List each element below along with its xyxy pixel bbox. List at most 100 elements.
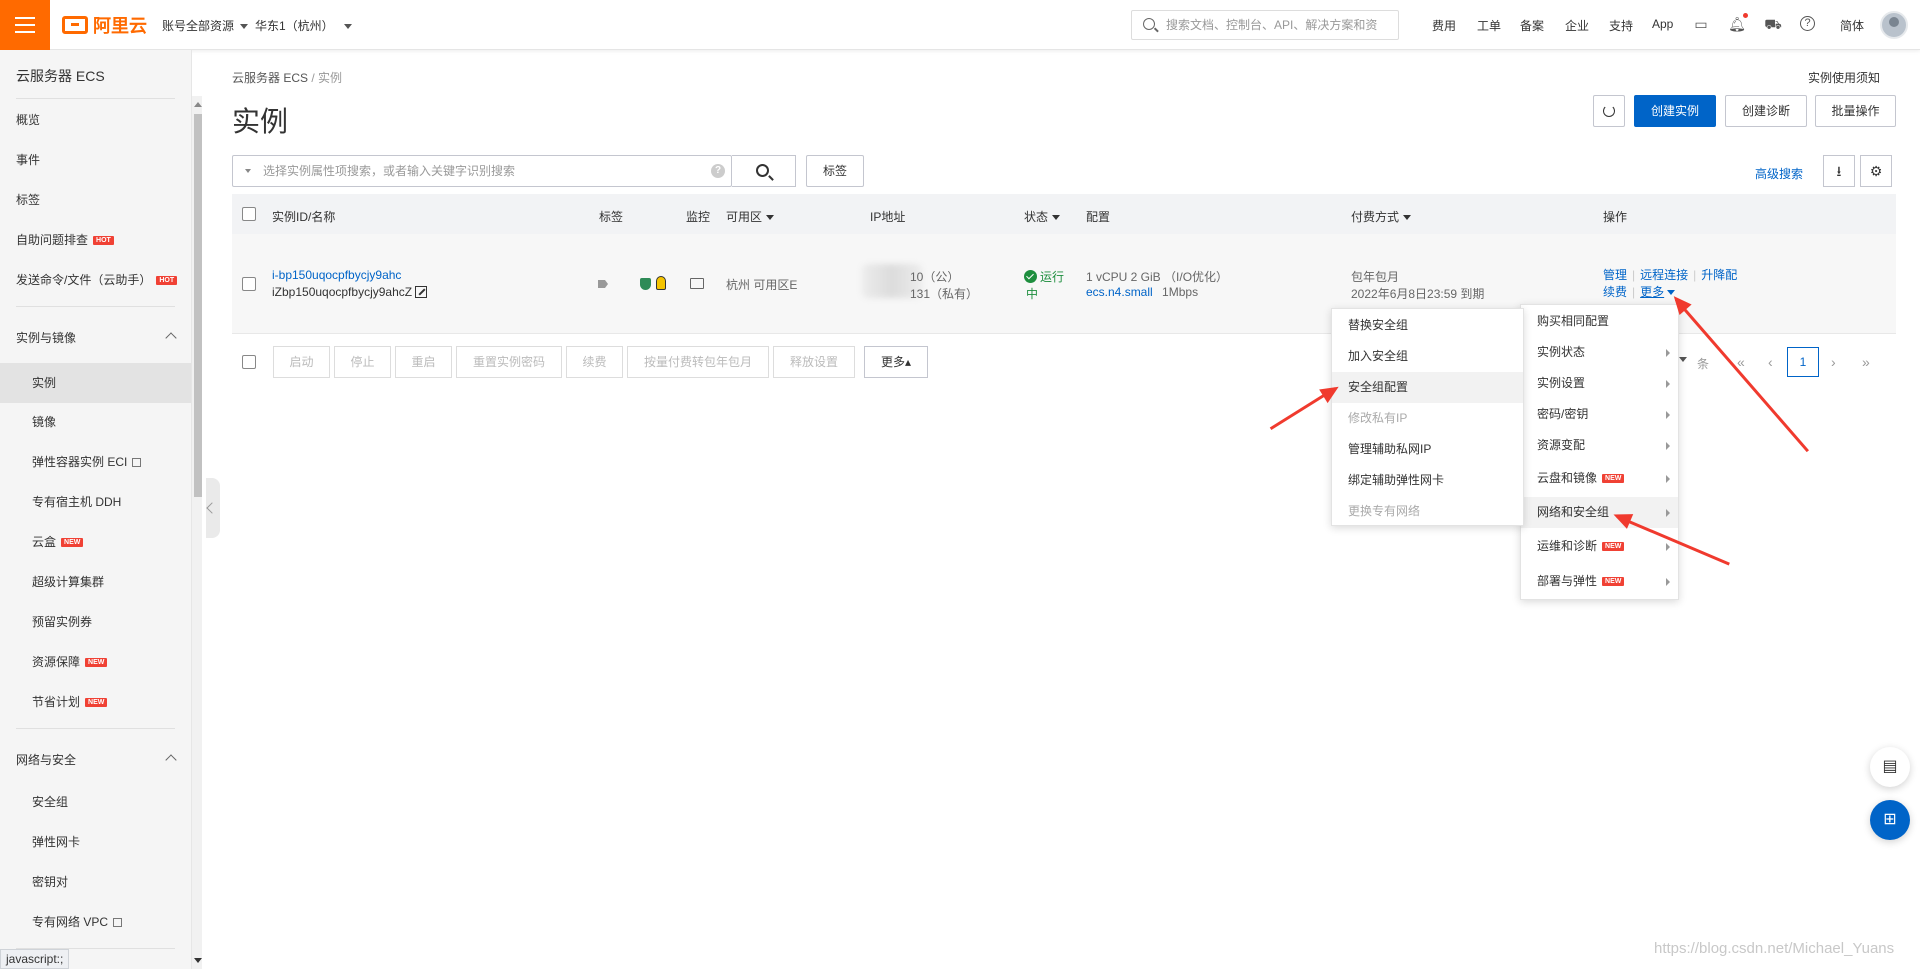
nav-link-support[interactable]: 支持 (1609, 17, 1633, 34)
hamburger-menu-icon[interactable] (0, 0, 50, 50)
batch-operation-button[interactable]: 批量操作 (1815, 95, 1896, 127)
sidebar-item-keypairs[interactable]: 密钥对 (32, 873, 68, 890)
instance-id-link[interactable]: i-bp150uqocpfbycjy9ahc (272, 268, 401, 282)
sidebar-item-eni[interactable]: 弹性网卡 (32, 833, 80, 850)
bulk-select-checkbox[interactable] (242, 355, 256, 369)
sidebar-item-instances[interactable]: 实例 (0, 363, 191, 403)
renew-button[interactable]: 续费 (566, 346, 623, 378)
create-diagnosis-button[interactable]: 创建诊断 (1725, 95, 1807, 127)
reset-password-button[interactable]: 重置实例密码 (456, 346, 562, 378)
convert-to-subscription-button[interactable]: 按量付费转包年包月 (627, 346, 769, 378)
menu-item-buy-same[interactable]: 购买相同配置 (1521, 306, 1678, 337)
sidebar-collapse-handle[interactable] (206, 478, 220, 538)
sidebar-item-vpc[interactable]: 专有网络 VPC (32, 913, 123, 930)
restart-button[interactable]: 重启 (395, 346, 452, 378)
submenu-item-sg-config[interactable]: 安全组配置 (1332, 372, 1523, 403)
edit-icon[interactable] (415, 286, 428, 298)
instance-filter-input[interactable]: 选择实例属性项搜索，或者输入关键字识别搜索 ? (232, 155, 732, 187)
aliyun-logo[interactable]: 阿里云 (62, 12, 147, 38)
sidebar-item-reserved-instances[interactable]: 预留实例券 (32, 613, 92, 630)
scroll-down-icon[interactable] (194, 958, 202, 963)
submenu-item-manage-secondary-ip[interactable]: 管理辅助私网IP (1332, 434, 1523, 465)
start-button[interactable]: 启动 (273, 346, 330, 378)
select-all-checkbox[interactable] (242, 207, 256, 221)
menu-item-instance-status[interactable]: 实例状态 (1521, 337, 1678, 368)
nav-link-enterprise[interactable]: 企业 (1565, 17, 1589, 34)
submenu-item-modify-private-ip[interactable]: 修改私有IP (1332, 403, 1523, 434)
menu-item-instance-settings[interactable]: 实例设置 (1521, 368, 1678, 399)
manage-link[interactable]: 管理 (1603, 268, 1627, 282)
remote-connect-link[interactable]: 远程连接 (1640, 268, 1688, 282)
row-checkbox[interactable] (242, 277, 256, 291)
terminal-icon[interactable]: ▭ (1692, 15, 1710, 33)
col-billing[interactable]: 付费方式 (1351, 208, 1412, 225)
sidebar-item-resource-assurance[interactable]: 资源保障 NEW (32, 653, 108, 670)
menu-item-password-key[interactable]: 密码/密钥 (1521, 399, 1678, 430)
sidebar-item-eci[interactable]: 弹性容器实例 ECI (32, 453, 142, 470)
breadcrumb-ecs[interactable]: 云服务器 ECS (232, 71, 308, 85)
tag-filter-button[interactable]: 标签 (806, 155, 864, 187)
tag-icon[interactable] (598, 280, 608, 288)
feedback-button[interactable]: ▤ (1870, 747, 1910, 787)
chevron-up-icon[interactable] (165, 332, 177, 344)
monitor-icon[interactable] (690, 278, 704, 289)
submenu-item-bind-eni[interactable]: 绑定辅助弹性网卡 (1332, 465, 1523, 496)
prev-page-icon[interactable]: ‹ (1768, 354, 1773, 370)
sidebar-group-instances-images[interactable]: 实例与镜像 (16, 329, 76, 346)
chevron-up-icon[interactable] (165, 754, 177, 766)
sidebar-item-ddh[interactable]: 专有宿主机 DDH (32, 493, 121, 510)
page-number-1[interactable]: 1 (1787, 347, 1819, 377)
advanced-search-link[interactable]: 高级搜索 (1755, 165, 1803, 182)
sidebar-item-tags[interactable]: 标签 (16, 191, 40, 208)
region-select[interactable]: 华东1（杭州） (255, 17, 352, 34)
next-page-icon[interactable]: › (1831, 354, 1836, 370)
refresh-button[interactable] (1593, 95, 1625, 127)
col-zone[interactable]: 可用区 (726, 208, 775, 225)
submenu-item-replace-sg[interactable]: 替换安全组 (1332, 310, 1523, 341)
sidebar-item-cloud-assistant[interactable]: 发送命令/文件（云助手） HOT (16, 271, 178, 288)
last-page-icon[interactable]: » (1862, 354, 1870, 370)
menu-item-deploy-elastic[interactable]: 部署与弹性 NEW (1521, 566, 1678, 597)
menu-item-disk-image[interactable]: 云盘和镜像 NEW (1521, 463, 1678, 494)
sidebar-item-self-troubleshoot[interactable]: 自助问题排查 HOT (16, 231, 114, 248)
sidebar-item-events[interactable]: 事件 (16, 151, 40, 168)
filter-search-button[interactable] (732, 155, 796, 187)
cart-icon[interactable]: ⛟ (1764, 15, 1782, 33)
release-settings-button[interactable]: 释放设置 (773, 346, 855, 378)
nav-link-icp[interactable]: 备案 (1520, 17, 1544, 34)
help-icon[interactable]: ? (711, 164, 725, 178)
menu-item-network-security[interactable]: 网络和安全组 (1521, 497, 1678, 528)
submenu-item-join-sg[interactable]: 加入安全组 (1332, 341, 1523, 372)
scroll-up-icon[interactable] (194, 102, 202, 107)
settings-button[interactable]: ⚙ (1860, 155, 1892, 187)
language-switch[interactable]: 简体 (1840, 17, 1864, 34)
sidebar-scrollbar-thumb[interactable] (194, 114, 202, 497)
nav-link-fees[interactable]: 费用 (1432, 17, 1456, 34)
sidebar-group-network-security[interactable]: 网络与安全 (16, 751, 76, 768)
export-button[interactable]: ⭳ (1823, 155, 1855, 187)
col-status[interactable]: 状态 (1024, 208, 1061, 225)
submenu-item-change-vpc[interactable]: 更换专有网络 (1332, 496, 1523, 527)
more-link[interactable]: 更多 (1640, 285, 1676, 299)
stop-button[interactable]: 停止 (334, 346, 391, 378)
nav-link-app[interactable]: App (1652, 17, 1673, 31)
sidebar-item-security-groups[interactable]: 安全组 (32, 793, 68, 810)
nav-link-tickets[interactable]: 工单 (1477, 17, 1501, 34)
menu-item-ops-diagnosis[interactable]: 运维和诊断 NEW (1521, 531, 1678, 562)
upgrade-link[interactable]: 升降配 (1701, 268, 1737, 282)
apps-button[interactable]: ⊞ (1870, 800, 1910, 840)
sidebar-item-overview[interactable]: 概览 (16, 111, 40, 128)
global-search-input[interactable]: 搜索文档、控制台、API、解决方案和资 (1131, 10, 1399, 40)
create-instance-button[interactable]: 创建实例 (1634, 95, 1716, 127)
sidebar-item-images[interactable]: 镜像 (32, 413, 56, 430)
sidebar-item-cloudbox[interactable]: 云盒 NEW (32, 533, 84, 550)
avatar[interactable] (1880, 11, 1908, 39)
sidebar-item-scc[interactable]: 超级计算集群 (32, 573, 104, 590)
instance-notice-link[interactable]: 实例使用须知 (1808, 69, 1880, 86)
help-icon[interactable]: ? (1800, 16, 1815, 31)
instance-type-link[interactable]: ecs.n4.small (1086, 285, 1153, 299)
first-page-icon[interactable]: « (1737, 354, 1745, 370)
account-scope-select[interactable]: 账号全部资源 (162, 17, 249, 34)
renew-link[interactable]: 续费 (1603, 285, 1627, 299)
sidebar-item-savings-plan[interactable]: 节省计划 NEW (32, 693, 108, 710)
